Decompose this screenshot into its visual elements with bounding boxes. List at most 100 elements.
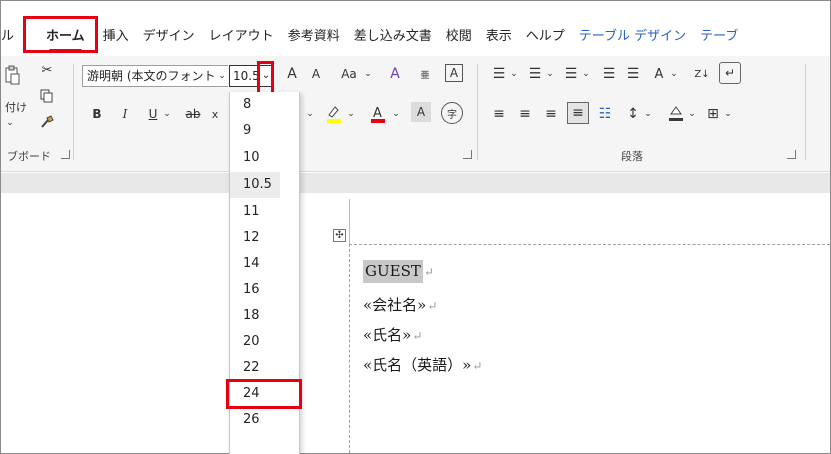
paragraph-group-label: 段落 [621, 150, 643, 163]
font-size-option[interactable]: 8 [230, 92, 299, 118]
paragraph-mark-icon: ↵ [412, 329, 423, 343]
svg-text:A: A [373, 106, 382, 121]
copy-icon[interactable] [37, 86, 57, 106]
merge-field[interactable]: «会社名» [363, 296, 426, 314]
show-marks-icon[interactable]: ↵ [719, 62, 741, 84]
paragraph-launcher-icon[interactable] [787, 150, 796, 159]
font-size-option[interactable]: 12 [230, 225, 299, 251]
tab-insert[interactable]: 挿入 [96, 25, 136, 49]
font-size-option[interactable]: 11 [230, 199, 299, 225]
format-painter-icon[interactable] [37, 112, 57, 132]
phonetic-guide-button[interactable]: 亜 [415, 62, 435, 86]
clipboard-launcher-icon[interactable] [61, 150, 70, 159]
underline-button[interactable]: U [143, 102, 163, 126]
bullets-chevron-icon[interactable]: ⌄ [509, 62, 519, 86]
table-move-handle-icon[interactable]: ✣ [333, 229, 346, 242]
merge-field[interactable]: «氏名» [363, 326, 411, 344]
font-name-combobox[interactable]: 游明朝 (本文のフォント [82, 65, 228, 87]
group-separator [805, 64, 806, 160]
margin-guide [349, 199, 350, 245]
numbering-chevron-icon[interactable]: ⌄ [545, 62, 555, 86]
asian-layout-chevron-icon[interactable]: ⌄ [669, 62, 679, 86]
align-left-icon[interactable]: ≡ [489, 102, 509, 126]
clear-formatting-icon[interactable]: A [385, 62, 405, 86]
tab-references[interactable]: 参考資料 [281, 25, 347, 49]
numbering-icon[interactable]: ☰ [525, 62, 545, 86]
bullets-icon[interactable]: ☰ [489, 62, 509, 86]
justify-icon[interactable]: ≡ [567, 102, 589, 124]
paragraph-mark-icon: ↵ [423, 265, 434, 279]
multilevel-list-icon[interactable]: ☰ [561, 62, 581, 86]
text-highlight-chevron-icon[interactable]: ⌄ [304, 102, 316, 126]
selected-text[interactable]: GUEST [363, 260, 423, 283]
shading-icon[interactable] [665, 100, 687, 126]
font-name-chevron-icon[interactable]: ⌄ [216, 66, 228, 86]
paste-dropdown-chevron-icon[interactable]: ⌄ [5, 116, 15, 130]
align-right-icon[interactable]: ≡ [541, 102, 561, 126]
clipboard-group-label: ブボード [7, 150, 51, 163]
tab-design[interactable]: デザイン [136, 25, 202, 49]
asian-layout-icon[interactable]: A [649, 62, 669, 86]
font-size-option[interactable]: 10 [230, 145, 299, 171]
group-separator [73, 64, 74, 160]
tab-layout[interactable]: レイアウト [202, 25, 281, 49]
borders-icon[interactable]: ⊞ [703, 102, 723, 126]
grow-font-button[interactable]: A [283, 62, 301, 86]
line-spacing-icon[interactable]: ↕ [623, 102, 643, 126]
size-24-highlight [226, 379, 302, 409]
ribbon-tab-bar: ル ホーム 挿入 デザイン レイアウト 参考資料 差し込み文書 校閲 表示 ヘル… [1, 18, 830, 56]
tab-review[interactable]: 校閲 [439, 25, 479, 49]
font-size-option[interactable]: 14 [230, 251, 299, 277]
highlight-chevron-icon[interactable]: ⌄ [345, 102, 357, 126]
borders-chevron-icon[interactable]: ⌄ [723, 102, 733, 126]
font-size-option-current[interactable]: 10.5 [230, 172, 280, 198]
document-gutter [1, 173, 830, 193]
increase-indent-icon[interactable]: ☰ [623, 62, 643, 86]
tab-help[interactable]: ヘルプ [519, 25, 572, 49]
italic-button[interactable]: I [115, 102, 135, 126]
tab-table-design[interactable]: テーブル デザイン [572, 25, 693, 49]
shading-chevron-icon[interactable]: ⌄ [687, 102, 697, 126]
distributed-icon[interactable]: ☷ [595, 102, 615, 126]
shrink-font-button[interactable]: A [307, 62, 325, 86]
change-case-chevron-icon[interactable]: ⌄ [362, 62, 374, 86]
character-border-button[interactable]: A [445, 64, 463, 82]
line-spacing-chevron-icon[interactable]: ⌄ [643, 102, 653, 126]
enclose-characters-button[interactable]: 字 [441, 102, 463, 124]
font-size-option[interactable]: 20 [230, 329, 299, 355]
subscript-button-partial[interactable]: x [207, 102, 223, 126]
character-shading-button[interactable]: A [411, 102, 431, 122]
underline-chevron-icon[interactable]: ⌄ [161, 102, 173, 126]
decrease-indent-icon[interactable]: ☰ [599, 62, 619, 86]
document-line[interactable]: «会社名»↵ [363, 294, 437, 315]
paste-icon[interactable] [3, 62, 21, 96]
tab-table-layout[interactable]: テーブ [693, 25, 745, 49]
text-highlight-color-icon[interactable] [323, 100, 345, 128]
tab-view[interactable]: 表示 [479, 25, 519, 49]
font-color-chevron-icon[interactable]: ⌄ [390, 102, 402, 126]
paste-label[interactable]: 付け [3, 98, 29, 116]
font-size-option[interactable]: 18 [230, 303, 299, 329]
bold-button[interactable]: B [87, 102, 107, 126]
paragraph-mark-icon: ↵ [472, 359, 483, 373]
font-size-option[interactable]: 26 [230, 407, 299, 433]
tab-file[interactable]: ル [1, 25, 21, 49]
cut-icon[interactable]: ✂ [37, 60, 57, 80]
tab-mailings[interactable]: 差し込み文書 [347, 25, 439, 49]
font-size-option[interactable]: 9 [230, 118, 299, 144]
paragraph-mark-icon: ↵ [427, 299, 438, 313]
font-size-option[interactable]: 16 [230, 277, 299, 303]
document-line[interactable]: «氏名»↵ [363, 324, 422, 345]
document-line[interactable]: GUEST ↵ [363, 260, 434, 283]
group-separator [477, 64, 478, 160]
font-color-icon[interactable]: A [367, 100, 389, 128]
sort-button[interactable]: Z↓ [691, 62, 713, 86]
change-case-button[interactable]: Aa [337, 62, 361, 86]
font-launcher-icon[interactable] [463, 150, 472, 159]
document-line[interactable]: «氏名（英語）»↵ [363, 354, 482, 375]
multilevel-chevron-icon[interactable]: ⌄ [581, 62, 591, 86]
merge-field[interactable]: «氏名（英語）» [363, 356, 471, 374]
font-size-option[interactable]: 22 [230, 355, 299, 381]
align-center-icon[interactable]: ≡ [515, 102, 535, 126]
strikethrough-button[interactable]: ab [181, 102, 205, 126]
